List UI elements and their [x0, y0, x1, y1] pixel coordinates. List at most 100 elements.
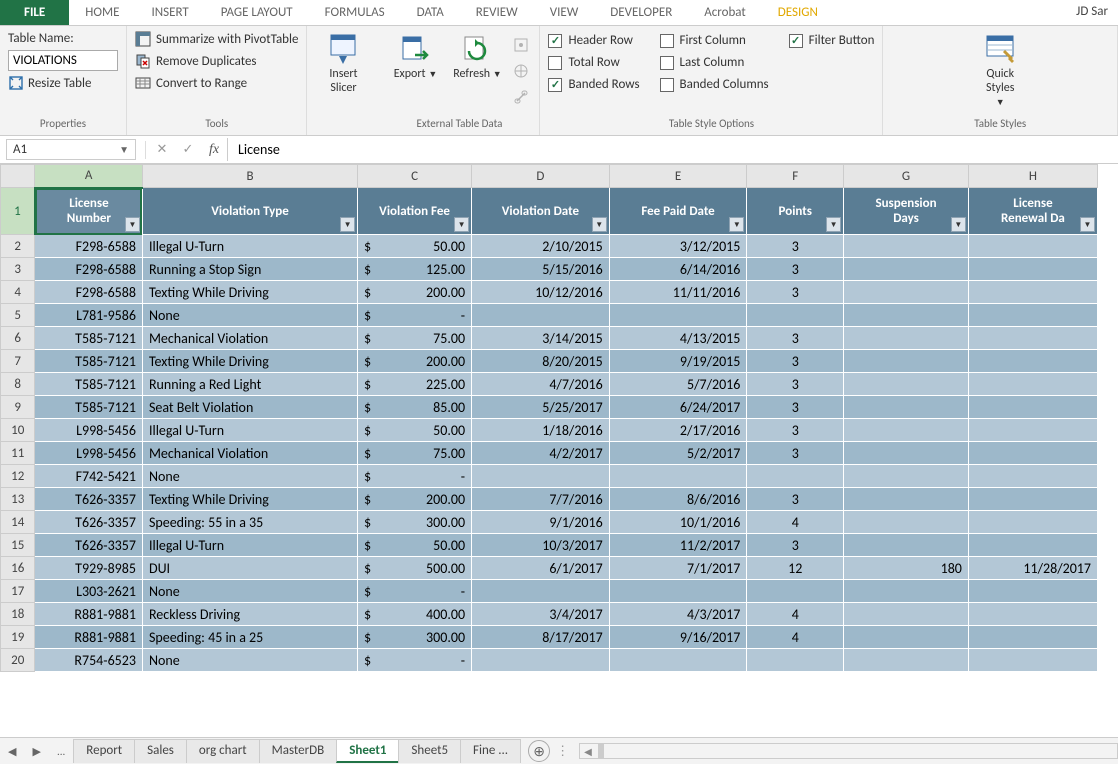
cell[interactable]: $200.00	[358, 350, 472, 373]
cell[interactable]: None	[142, 465, 357, 488]
table-header-cell[interactable]: LicenseNumber▼	[35, 188, 143, 235]
cell[interactable]: 3	[747, 396, 844, 419]
quick-styles-button[interactable]: Quick Styles▼	[972, 31, 1028, 111]
cell[interactable]: F298-6588	[35, 258, 143, 281]
tab-home[interactable]: HOME	[69, 0, 135, 25]
cell[interactable]	[844, 373, 969, 396]
tab-page-layout[interactable]: PAGE LAYOUT	[205, 0, 309, 25]
cell[interactable]: 10/12/2016	[472, 281, 610, 304]
check-filter-button[interactable]: Filter Button	[789, 33, 875, 48]
column-header[interactable]: H	[968, 165, 1097, 188]
column-header[interactable]: C	[358, 165, 472, 188]
cell[interactable]: T626-3357	[35, 488, 143, 511]
cell[interactable]: $200.00	[358, 281, 472, 304]
cell[interactable]: 3	[747, 373, 844, 396]
cell[interactable]: Speeding: 55 in a 35	[142, 511, 357, 534]
cell[interactable]: $125.00	[358, 258, 472, 281]
sheet-tab[interactable]: MasterDB	[259, 739, 338, 763]
row-header[interactable]: 13	[1, 488, 35, 511]
cell[interactable]: T585-7121	[35, 327, 143, 350]
cell[interactable]	[968, 442, 1097, 465]
cell[interactable]: 7/1/2017	[609, 557, 747, 580]
filter-button[interactable]: ▼	[1080, 217, 1095, 232]
cell[interactable]: $-	[358, 649, 472, 672]
cell[interactable]: 1/18/2016	[472, 419, 610, 442]
row-header[interactable]: 15	[1, 534, 35, 557]
cell[interactable]: L303-2621	[35, 580, 143, 603]
open-browser-button[interactable]	[511, 61, 531, 81]
cell[interactable]: 6/24/2017	[609, 396, 747, 419]
cell[interactable]	[844, 304, 969, 327]
cell[interactable]: 4/2/2017	[472, 442, 610, 465]
filter-button[interactable]: ▼	[340, 217, 355, 232]
cell[interactable]: Reckless Driving	[142, 603, 357, 626]
check-banded-rows[interactable]: Banded Rows	[548, 77, 639, 92]
cell[interactable]: 3	[747, 350, 844, 373]
cell[interactable]: None	[142, 649, 357, 672]
filter-button[interactable]: ▼	[125, 217, 140, 232]
cell[interactable]: 2/17/2016	[609, 419, 747, 442]
cell[interactable]	[747, 580, 844, 603]
row-header[interactable]: 2	[1, 235, 35, 258]
cell[interactable]: 9/16/2017	[609, 626, 747, 649]
cell[interactable]	[609, 580, 747, 603]
remove-duplicates-button[interactable]: Remove Duplicates	[135, 53, 298, 69]
spreadsheet[interactable]: ABCDEFGH 1 LicenseNumber▼Violation Type▼…	[0, 164, 1118, 737]
resize-table-button[interactable]: Resize Table	[8, 75, 118, 91]
cell[interactable]	[472, 304, 610, 327]
cell[interactable]: Texting While Driving	[142, 281, 357, 304]
cell[interactable]: None	[142, 580, 357, 603]
sheet-tab[interactable]: Sheet1	[336, 739, 399, 763]
cell[interactable]	[472, 580, 610, 603]
cell[interactable]: 4	[747, 626, 844, 649]
tab-design[interactable]: DESIGN	[762, 0, 834, 25]
cell[interactable]: R754-6523	[35, 649, 143, 672]
row-header[interactable]: 12	[1, 465, 35, 488]
table-header-cell[interactable]: Violation Fee▼	[358, 188, 472, 235]
cell[interactable]: $50.00	[358, 419, 472, 442]
tab-developer[interactable]: DEVELOPER	[594, 0, 688, 25]
row-header[interactable]: 16	[1, 557, 35, 580]
cell[interactable]: Mechanical Violation	[142, 327, 357, 350]
cell[interactable]	[472, 465, 610, 488]
cell[interactable]	[844, 511, 969, 534]
cell[interactable]: $50.00	[358, 235, 472, 258]
row-header[interactable]: 3	[1, 258, 35, 281]
cell[interactable]: 5/7/2016	[609, 373, 747, 396]
cell[interactable]: F298-6588	[35, 281, 143, 304]
sheet-nav-prev[interactable]: ◀	[0, 745, 24, 758]
cell[interactable]: Running a Red Light	[142, 373, 357, 396]
check-header-row[interactable]: Header Row	[548, 33, 639, 48]
cell[interactable]: F742-5421	[35, 465, 143, 488]
cell[interactable]	[968, 235, 1097, 258]
tab-formulas[interactable]: FORMULAS	[309, 0, 401, 25]
cell[interactable]: 5/25/2017	[472, 396, 610, 419]
cell[interactable]	[747, 304, 844, 327]
cell[interactable]	[968, 488, 1097, 511]
filter-button[interactable]: ▼	[729, 217, 744, 232]
cell[interactable]: 3/4/2017	[472, 603, 610, 626]
refresh-button[interactable]: Refresh ▼	[449, 31, 505, 83]
sheet-nav-ellipsis[interactable]: ...	[49, 745, 73, 758]
cell[interactable]: L998-5456	[35, 442, 143, 465]
cell[interactable]: Illegal U-Turn	[142, 534, 357, 557]
unlink-button[interactable]	[511, 87, 531, 107]
cell[interactable]	[844, 649, 969, 672]
cell[interactable]: 3	[747, 281, 844, 304]
cell[interactable]: 4	[747, 511, 844, 534]
cell[interactable]: T626-3357	[35, 534, 143, 557]
tab-acrobat[interactable]: Acrobat	[688, 0, 762, 25]
sheet-nav-next[interactable]: ▶	[24, 745, 48, 758]
cell[interactable]: T585-7121	[35, 373, 143, 396]
cell[interactable]	[968, 465, 1097, 488]
cell[interactable]: Texting While Driving	[142, 488, 357, 511]
check-first-col[interactable]: First Column	[660, 33, 769, 48]
cell[interactable]: 2/10/2015	[472, 235, 610, 258]
row-header[interactable]: 6	[1, 327, 35, 350]
check-total-row[interactable]: Total Row	[548, 55, 639, 70]
cell[interactable]	[844, 465, 969, 488]
user-name[interactable]: JD Sar	[1066, 0, 1118, 25]
cell[interactable]: $50.00	[358, 534, 472, 557]
cell[interactable]: 9/1/2016	[472, 511, 610, 534]
cell[interactable]: T929-8985	[35, 557, 143, 580]
